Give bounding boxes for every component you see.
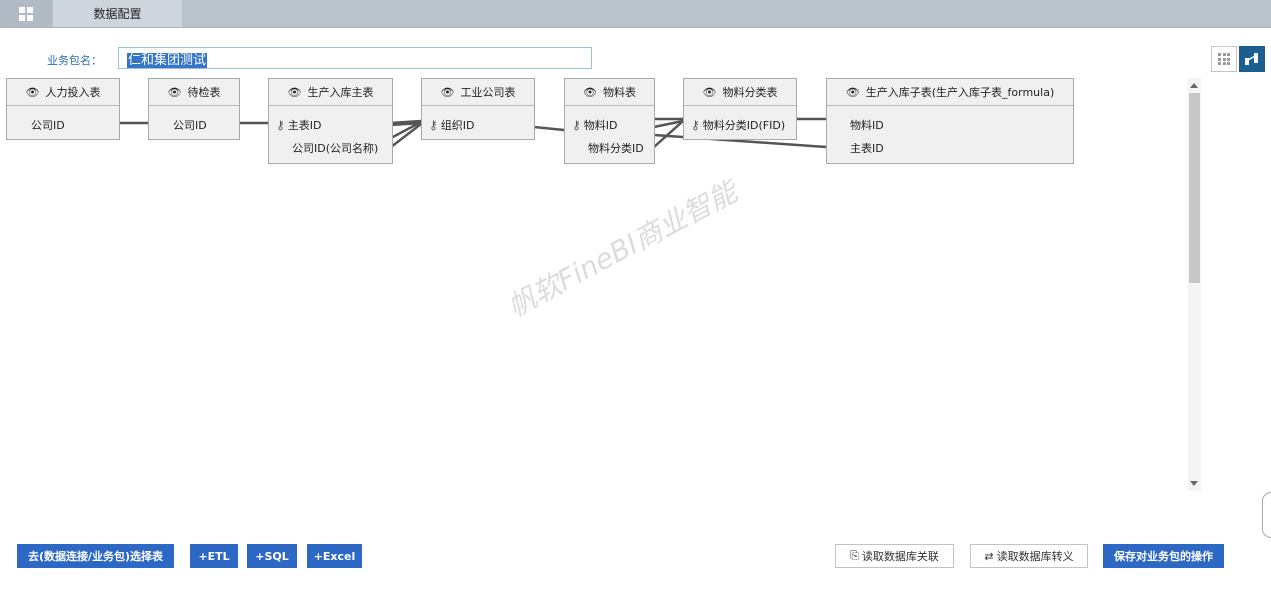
eye-icon[interactable]: 👁 [583, 86, 597, 99]
scroll-up-icon[interactable] [1190, 83, 1198, 88]
table-card-daijian[interactable]: 👁 待检表 公司ID [148, 78, 240, 140]
field-name: 公司ID [173, 119, 207, 132]
side-panel-handle[interactable] [1262, 492, 1271, 538]
relation-view-button[interactable] [1239, 46, 1265, 72]
table-card-gongye[interactable]: 👁 工业公司表 ⚷ 组织ID [421, 78, 535, 140]
refresh-icon: ⇄ [984, 549, 994, 563]
vertical-scrollbar[interactable] [1188, 78, 1201, 491]
table-header: 👁 人力投入表 [7, 79, 119, 106]
scroll-thumb[interactable] [1189, 93, 1200, 283]
table-field[interactable]: ⚷ 物料分类ID(FID) [691, 117, 785, 133]
add-sql-button[interactable]: +SQL [247, 544, 297, 568]
table-field[interactable]: ⚷ 物料ID [572, 117, 618, 133]
field-name: 公司ID [31, 119, 65, 132]
key-icon: ⚷ [691, 118, 700, 132]
table-card-renli[interactable]: 👁 人力投入表 公司ID [6, 78, 120, 140]
app-menu-button[interactable] [0, 0, 52, 27]
read-db-escape-button[interactable]: ⇄ 读取数据库转义 [970, 544, 1088, 568]
import-icon: ⎘ [850, 549, 859, 562]
table-title: 生产入库子表(生产入库子表_formula) [865, 86, 1055, 99]
table-card-wuliao-fenlei[interactable]: 👁 物料分类表 ⚷ 物料分类ID(FID) [683, 78, 797, 140]
key-icon: ⚷ [572, 118, 581, 132]
top-bar: 数据配置 [0, 0, 1271, 28]
grid-view-button[interactable] [1211, 46, 1237, 72]
eye-icon[interactable]: 👁 [26, 86, 40, 99]
eye-icon[interactable]: 👁 [168, 86, 182, 99]
key-icon: ⚷ [429, 118, 438, 132]
add-excel-button[interactable]: +Excel [307, 544, 362, 568]
package-name-value: 仁和集团测试 [127, 53, 208, 68]
button-label: 读取数据库关联 [861, 550, 939, 563]
relation-icon [1245, 53, 1258, 65]
table-header: 👁 工业公司表 [422, 79, 534, 106]
scroll-down-icon[interactable] [1190, 481, 1198, 486]
eye-icon[interactable]: 👁 [703, 86, 717, 99]
table-title: 人力投入表 [45, 86, 101, 99]
field-name: 组织ID [440, 119, 475, 132]
field-name: 物料分类ID(FID) [702, 119, 786, 132]
read-db-relation-button[interactable]: ⎘ 读取数据库关联 [835, 544, 954, 568]
table-header: 👁 生产入库子表(生产入库子表_formula) [827, 79, 1073, 106]
select-table-button[interactable]: 去(数据连接/业务包)选择表 [17, 544, 174, 568]
table-title: 待检表 [187, 86, 221, 99]
eye-icon[interactable]: 👁 [846, 86, 860, 99]
field-name: 物料分类ID [588, 142, 644, 155]
table-field[interactable]: 公司ID [31, 117, 65, 133]
table-title: 物料表 [602, 86, 636, 99]
table-card-shengchan-sub[interactable]: 👁 生产入库子表(生产入库子表_formula) 物料ID 主表ID [826, 78, 1074, 164]
table-header: 👁 待检表 [149, 79, 239, 106]
field-name: 物料ID [850, 119, 884, 132]
add-etl-button[interactable]: +ETL [190, 544, 238, 568]
grid-icon [19, 6, 33, 21]
table-card-wuliao[interactable]: 👁 物料表 ⚷ 物料ID 物料分类ID [564, 78, 655, 164]
grid-dots-icon [1218, 53, 1230, 65]
table-header: 👁 物料分类表 [684, 79, 796, 106]
table-field[interactable]: 公司ID [173, 117, 207, 133]
key-icon: ⚷ [276, 118, 285, 132]
table-title: 工业公司表 [460, 86, 516, 99]
save-package-button[interactable]: 保存对业务包的操作 [1103, 544, 1224, 568]
field-name: 主表ID [850, 142, 884, 155]
field-name: 物料ID [583, 119, 618, 132]
package-name-input[interactable]: 仁和集团测试 [118, 47, 592, 69]
tab-data-config[interactable]: 数据配置 [53, 0, 182, 27]
field-name: 主表ID [287, 119, 322, 132]
eye-icon[interactable]: 👁 [441, 86, 455, 99]
relation-canvas[interactable]: 👁 人力投入表 公司ID 👁 待检表 公司ID 👁 生产入库主表 ⚷ 主表ID … [0, 75, 1190, 495]
table-field[interactable]: 物料分类ID [588, 140, 644, 156]
table-header: 👁 生产入库主表 [269, 79, 392, 106]
table-card-shengchan-main[interactable]: 👁 生产入库主表 ⚷ 主表ID 公司ID(公司名称) [268, 78, 393, 164]
table-title: 物料分类表 [722, 86, 778, 99]
relation-line [533, 125, 565, 132]
eye-icon[interactable]: 👁 [288, 86, 302, 99]
table-field[interactable]: ⚷ 主表ID [276, 117, 322, 133]
table-field[interactable]: 主表ID [850, 140, 884, 156]
table-field[interactable]: 公司ID(公司名称) [292, 140, 378, 156]
table-field[interactable]: 物料ID [850, 117, 884, 133]
table-header: 👁 物料表 [565, 79, 654, 106]
table-title: 生产入库主表 [307, 86, 374, 99]
table-field[interactable]: ⚷ 组织ID [429, 117, 475, 133]
field-name: 公司ID(公司名称) [292, 142, 379, 155]
button-label: 读取数据库转义 [996, 550, 1074, 563]
package-name-label: 业务包名： [47, 54, 102, 67]
